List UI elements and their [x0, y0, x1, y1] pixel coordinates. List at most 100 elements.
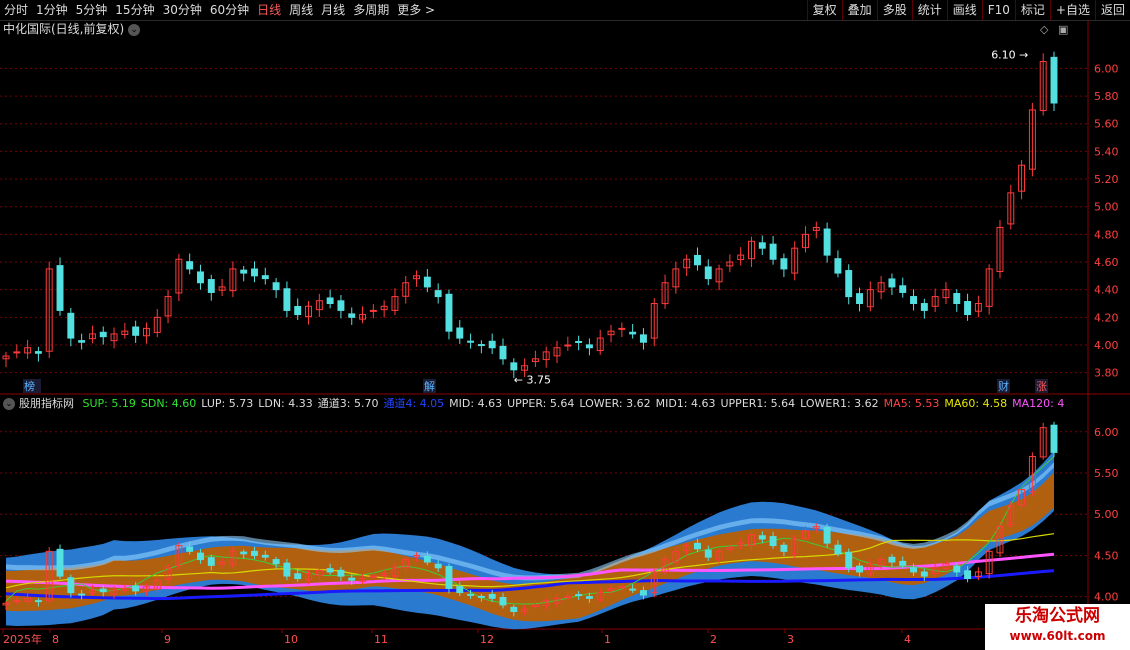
main-candle-24 [261, 275, 269, 280]
ind-candle-3 [34, 600, 42, 603]
main-candle-76 [823, 228, 831, 256]
main-candle-72 [780, 258, 788, 270]
watermark-url: www.60lt.com [1009, 629, 1106, 643]
main-tick-label-5: 4.80 [1094, 228, 1119, 241]
ind-candle-65 [704, 549, 712, 558]
main-tick-label-11: 6.00 [1094, 62, 1119, 75]
main-tick-label-8: 5.40 [1094, 145, 1119, 158]
main-candle-32 [348, 313, 356, 318]
ind-candle-7 [78, 593, 86, 596]
x-axis-label-6: 1 [604, 633, 611, 646]
ind-candle-76 [823, 527, 831, 544]
x-axis-label-8: 3 [787, 633, 794, 646]
main-candle-89 [964, 300, 972, 316]
ind-candle-46 [499, 596, 507, 606]
ind-candle-54 [585, 596, 593, 599]
main-candle-85 [920, 303, 928, 311]
ind-candle-23 [251, 550, 258, 556]
ind-candle-9 [99, 588, 107, 593]
ind-candle-43 [467, 593, 475, 596]
ind-candle-31 [337, 569, 345, 577]
ind-candle-59 [639, 590, 647, 596]
marker-1: 解 [424, 379, 435, 393]
ind-tick-label-0: 4.00 [1094, 591, 1119, 604]
main-candle-1 [13, 351, 21, 354]
main-candle-26 [283, 288, 291, 311]
main-tick-label-2: 4.20 [1094, 311, 1119, 324]
main-candle-5 [56, 265, 64, 311]
main-candle-88 [953, 293, 961, 305]
ind-candle-12 [132, 585, 140, 592]
x-axis-label-3: 10 [284, 633, 298, 646]
main-candle-12 [132, 326, 140, 336]
ind-candle-88 [953, 565, 961, 573]
main-candle-27 [294, 306, 302, 316]
marker-0: 榜 [24, 379, 35, 393]
chart-canvas[interactable]: 3.80 4.00 4.20 4.40 4.60 4.80 5.00 5.20 5.40 5.60… [0, 0, 1130, 650]
ind-candle-17 [186, 546, 194, 552]
ind-candle-22 [240, 551, 248, 555]
main-candle-47 [510, 362, 518, 371]
main-candle-34 [369, 309, 377, 312]
x-axis-label-7: 2 [710, 633, 717, 646]
ind-candle-70 [758, 535, 766, 540]
main-candle-23 [251, 268, 258, 277]
main-candle-42 [456, 327, 464, 339]
x-axis-label-9: 4 [904, 633, 911, 646]
ind-candle-64 [693, 542, 701, 550]
ind-candle-18 [197, 552, 204, 561]
main-candle-46 [499, 345, 507, 360]
ind-candle-24 [261, 554, 269, 558]
main-candle-59 [639, 334, 647, 343]
high-annotation: 6.10 → [991, 49, 1028, 62]
main-candle-41 [445, 293, 453, 332]
main-candle-31 [337, 300, 345, 311]
low-annotation: ← 3.75 [514, 374, 551, 387]
ind-candle-5 [56, 548, 64, 577]
main-candle-7 [78, 340, 86, 343]
main-tick-label-7: 5.20 [1094, 173, 1119, 186]
ind-candle-30 [326, 568, 334, 573]
ind-candle-41 [445, 565, 453, 589]
ind-candle-77 [834, 544, 842, 555]
ind-candle-79 [856, 565, 863, 573]
ind-candle-34 [369, 575, 377, 578]
watermark-title: 乐淘公式网 [1015, 606, 1100, 626]
ind-candle-47 [510, 606, 518, 613]
main-candle-84 [910, 296, 918, 305]
main-tick-label-10: 5.80 [1094, 90, 1119, 103]
main-candle-57 [618, 327, 626, 330]
ind-candle-42 [456, 586, 464, 594]
marker-3: 涨 [1036, 380, 1047, 393]
ind-candle-97 [1050, 424, 1058, 453]
main-candle-45 [488, 340, 496, 349]
x-axis-label-2: 9 [164, 633, 171, 646]
main-tick-label-6: 5.00 [1094, 201, 1119, 214]
main-candle-44 [477, 344, 485, 347]
main-candle-9 [99, 331, 107, 338]
x-axis-label-1: 8 [52, 633, 59, 646]
ind-candle-27 [294, 573, 302, 580]
ind-candle-25 [272, 559, 280, 565]
x-axis-label-5: 12 [480, 633, 494, 646]
ind-candle-85 [920, 571, 928, 577]
ind-candle-82 [888, 556, 896, 563]
main-candle-6 [67, 312, 75, 339]
ind-candle-84 [910, 567, 918, 573]
main-candle-22 [240, 269, 248, 274]
main-candle-17 [186, 261, 194, 270]
ind-candle-52 [564, 596, 572, 599]
ind-tick-label-4: 6.00 [1094, 426, 1119, 439]
main-candle-40 [434, 290, 442, 298]
main-candle-71 [769, 243, 777, 260]
ind-candle-89 [964, 570, 972, 580]
ind-candle-32 [348, 577, 356, 581]
ind-candle-78 [845, 551, 853, 569]
main-candle-54 [585, 344, 593, 349]
main-tick-label-4: 4.60 [1094, 256, 1119, 269]
x-axis-label-4: 11 [374, 633, 388, 646]
main-candle-82 [888, 278, 896, 288]
main-tick-label-3: 4.40 [1094, 284, 1119, 297]
ind-candle-57 [618, 586, 626, 589]
ind-candle-39 [423, 555, 431, 563]
